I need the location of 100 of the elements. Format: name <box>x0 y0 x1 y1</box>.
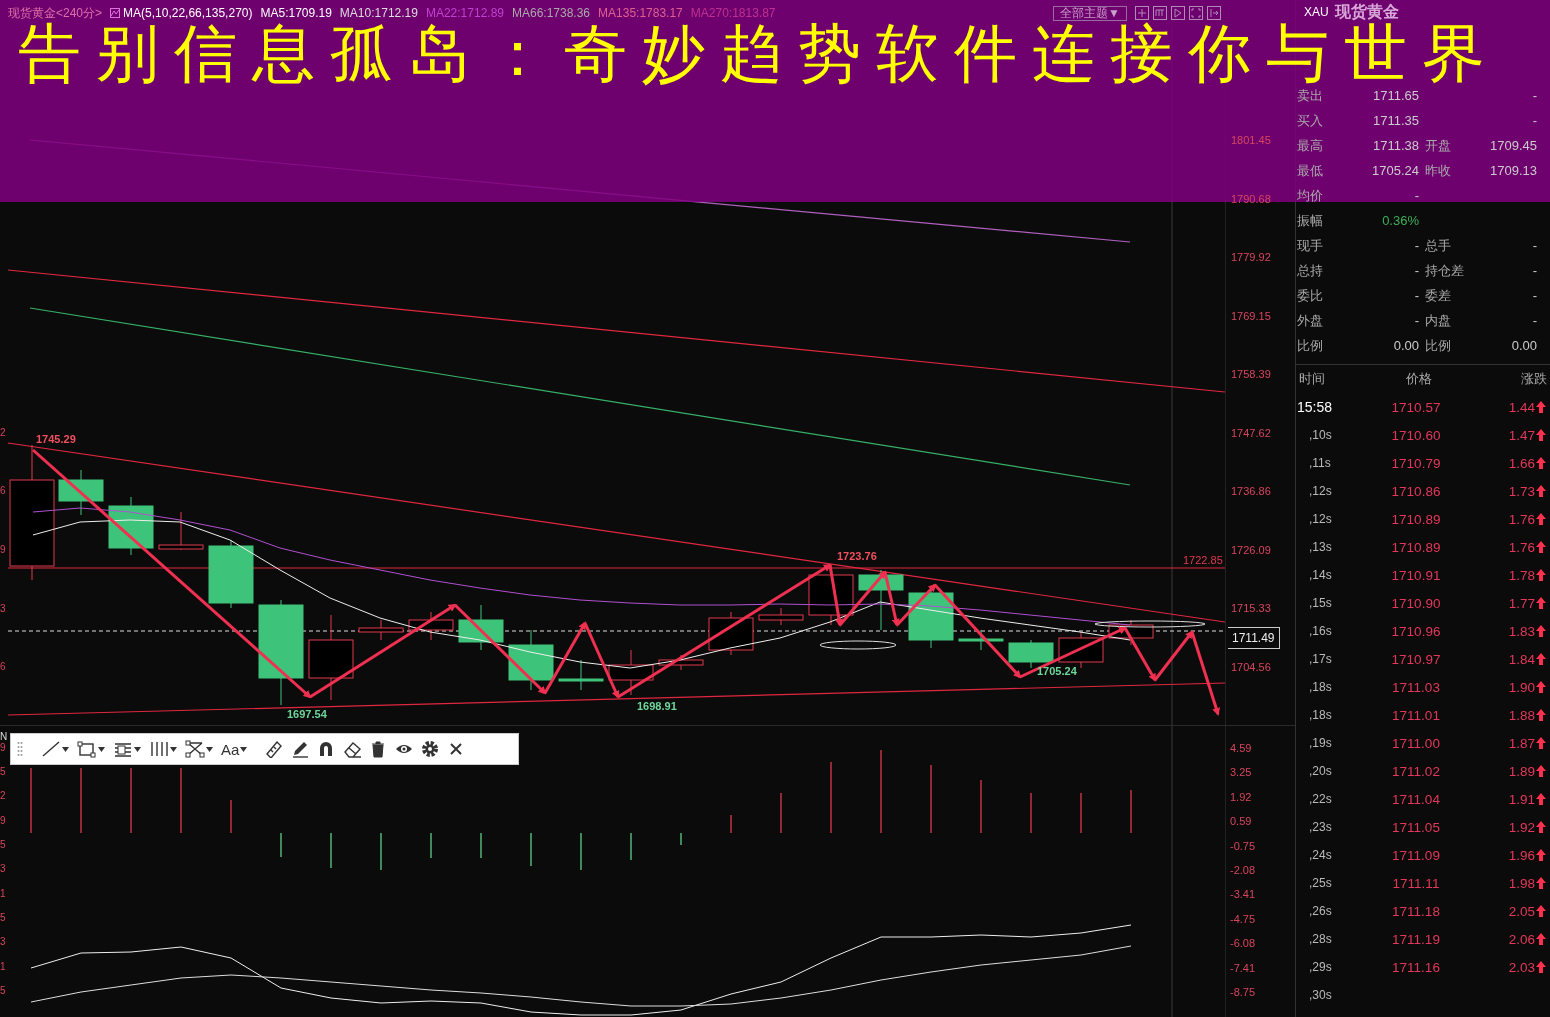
pencil-icon <box>291 740 310 758</box>
tick-change: 1.73 <box>1508 483 1535 499</box>
tick-change: 1.89 <box>1508 763 1535 779</box>
column-header: 时间 <box>1299 370 1326 388</box>
tick-change: 1.83 <box>1508 623 1535 639</box>
candlestick <box>108 496 154 556</box>
text-list-icon <box>113 740 133 758</box>
axis-label: 3 <box>0 863 6 874</box>
arrow-up-icon <box>1536 737 1546 749</box>
tick-price: 1711.09 <box>1391 847 1441 863</box>
caret-icon <box>240 746 248 752</box>
indicator-axis-label: -6.08 <box>1229 936 1257 952</box>
tick-price: 1710.90 <box>1390 595 1442 611</box>
tick-change: 1.44 <box>1508 399 1535 415</box>
indicator-axis-label: 3.25 <box>1229 765 1253 781</box>
axis-label: 6 <box>0 661 6 672</box>
axis-label: 3 <box>0 603 6 614</box>
quote-value: 1711.65 <box>1372 88 1419 103</box>
candlestick <box>158 511 204 551</box>
tick-price: 1710.97 <box>1390 651 1442 667</box>
arrow-up-icon <box>1536 625 1546 637</box>
arrow-up-icon <box>1536 849 1546 861</box>
indicator-axis-label: 0.59 <box>1229 814 1253 830</box>
price-axis-label: 1736.86 <box>1230 484 1271 498</box>
quote-label: 最高 <box>1297 138 1323 153</box>
candlestick <box>508 629 554 691</box>
price-axis-label: 1758.39 <box>1230 367 1271 381</box>
rectangle-icon <box>77 740 97 758</box>
eraser-icon <box>343 740 362 758</box>
fullscreen-icon[interactable] <box>1189 6 1203 20</box>
quote-label: 外盘 <box>1297 313 1323 328</box>
settings-icon <box>421 740 440 758</box>
ruler-icon <box>265 740 284 758</box>
indicator-axis-label: -0.75 <box>1229 838 1257 854</box>
symbol-code: XAU <box>1304 5 1329 19</box>
tick-time: ,16s <box>1308 624 1333 638</box>
price-label: 1705.24 <box>1037 665 1077 677</box>
quote-value: - <box>1414 313 1419 328</box>
tick-price: 1711.01 <box>1391 707 1441 723</box>
axis-label: 5 <box>0 839 6 850</box>
ma-value: MA5:1709.19 <box>260 7 332 19</box>
axis-label: 5 <box>0 985 6 996</box>
candlestick <box>1058 631 1104 669</box>
candlestick <box>608 649 654 696</box>
tick-price: 1710.91 <box>1390 567 1442 583</box>
quote-label: 昨收 <box>1425 163 1451 178</box>
arrow-up-icon <box>1536 793 1546 805</box>
instrument-label: 现货黄金<240分> <box>8 7 103 19</box>
tick-change: 1.66 <box>1508 455 1535 471</box>
arrow-up-icon <box>1536 485 1546 497</box>
tick-change: 1.77 <box>1508 595 1535 611</box>
arrow-up-icon <box>1536 961 1546 973</box>
arrow-up-icon <box>1536 681 1546 693</box>
arrow-up-icon <box>1536 429 1546 441</box>
grip-icon[interactable] <box>17 740 23 758</box>
price-axis-label: 1704.56 <box>1230 659 1271 674</box>
ma-value: MA135:1783.17 <box>598 7 683 19</box>
chart-layout-icon[interactable] <box>1135 6 1149 20</box>
axis-label: 9 <box>0 815 6 826</box>
tick-price: 1711.05 <box>1391 819 1441 835</box>
arrow-up-icon <box>1536 933 1546 945</box>
quote-label: 总手 <box>1425 238 1451 253</box>
tick-change: 1.92 <box>1508 819 1535 835</box>
text-tool-button[interactable]: Aa <box>219 736 250 762</box>
price-label: 1698.91 <box>637 700 677 712</box>
tick-change: 1.84 <box>1508 651 1535 667</box>
candlestick <box>958 629 1004 651</box>
price-axis-label: 1715.33 <box>1230 601 1271 615</box>
quote-value: - <box>1532 238 1537 253</box>
candlestick <box>1008 639 1054 669</box>
axis-label: 2 <box>0 790 6 801</box>
axis-label: 6 <box>0 485 6 496</box>
arrow-up-icon <box>1536 401 1546 413</box>
quote-value: - <box>1532 313 1537 328</box>
indicator-axis-label: -2.08 <box>1229 862 1257 878</box>
quote-value: - <box>1532 263 1537 278</box>
quote-value: - <box>1414 288 1419 303</box>
price-label: 1697.54 <box>287 708 327 720</box>
tick-price: 1711.00 <box>1391 735 1441 751</box>
quote-value: 1705.24 <box>1372 163 1419 178</box>
tick-price: 1711.03 <box>1391 679 1441 695</box>
exit-icon[interactable] <box>1207 6 1221 20</box>
quote-value: - <box>1414 263 1419 278</box>
grid-icon[interactable] <box>1153 6 1167 20</box>
indicator-axis-label: -8.75 <box>1229 984 1257 1000</box>
ma-value: MA270:1813.87 <box>690 7 776 19</box>
tick-price: 1710.89 <box>1390 539 1442 555</box>
tick-time: ,28s <box>1308 932 1333 946</box>
candlestick <box>208 539 254 609</box>
indicator-axis-label: -4.75 <box>1229 911 1257 927</box>
tick-time: ,18s <box>1308 680 1333 694</box>
candlestick <box>358 619 404 641</box>
play-icon[interactable] <box>1171 6 1185 20</box>
tick-change: 1.98 <box>1508 875 1535 891</box>
price-axis-label: 1779.92 <box>1230 250 1271 264</box>
quote-label: 比例 <box>1425 338 1451 353</box>
axis-label: 3 <box>0 936 6 947</box>
quote-value: 0.36% <box>1382 213 1419 228</box>
theme-dropdown[interactable]: 全部主题▼ <box>1053 5 1127 21</box>
tick-price: 1711.04 <box>1391 791 1441 807</box>
